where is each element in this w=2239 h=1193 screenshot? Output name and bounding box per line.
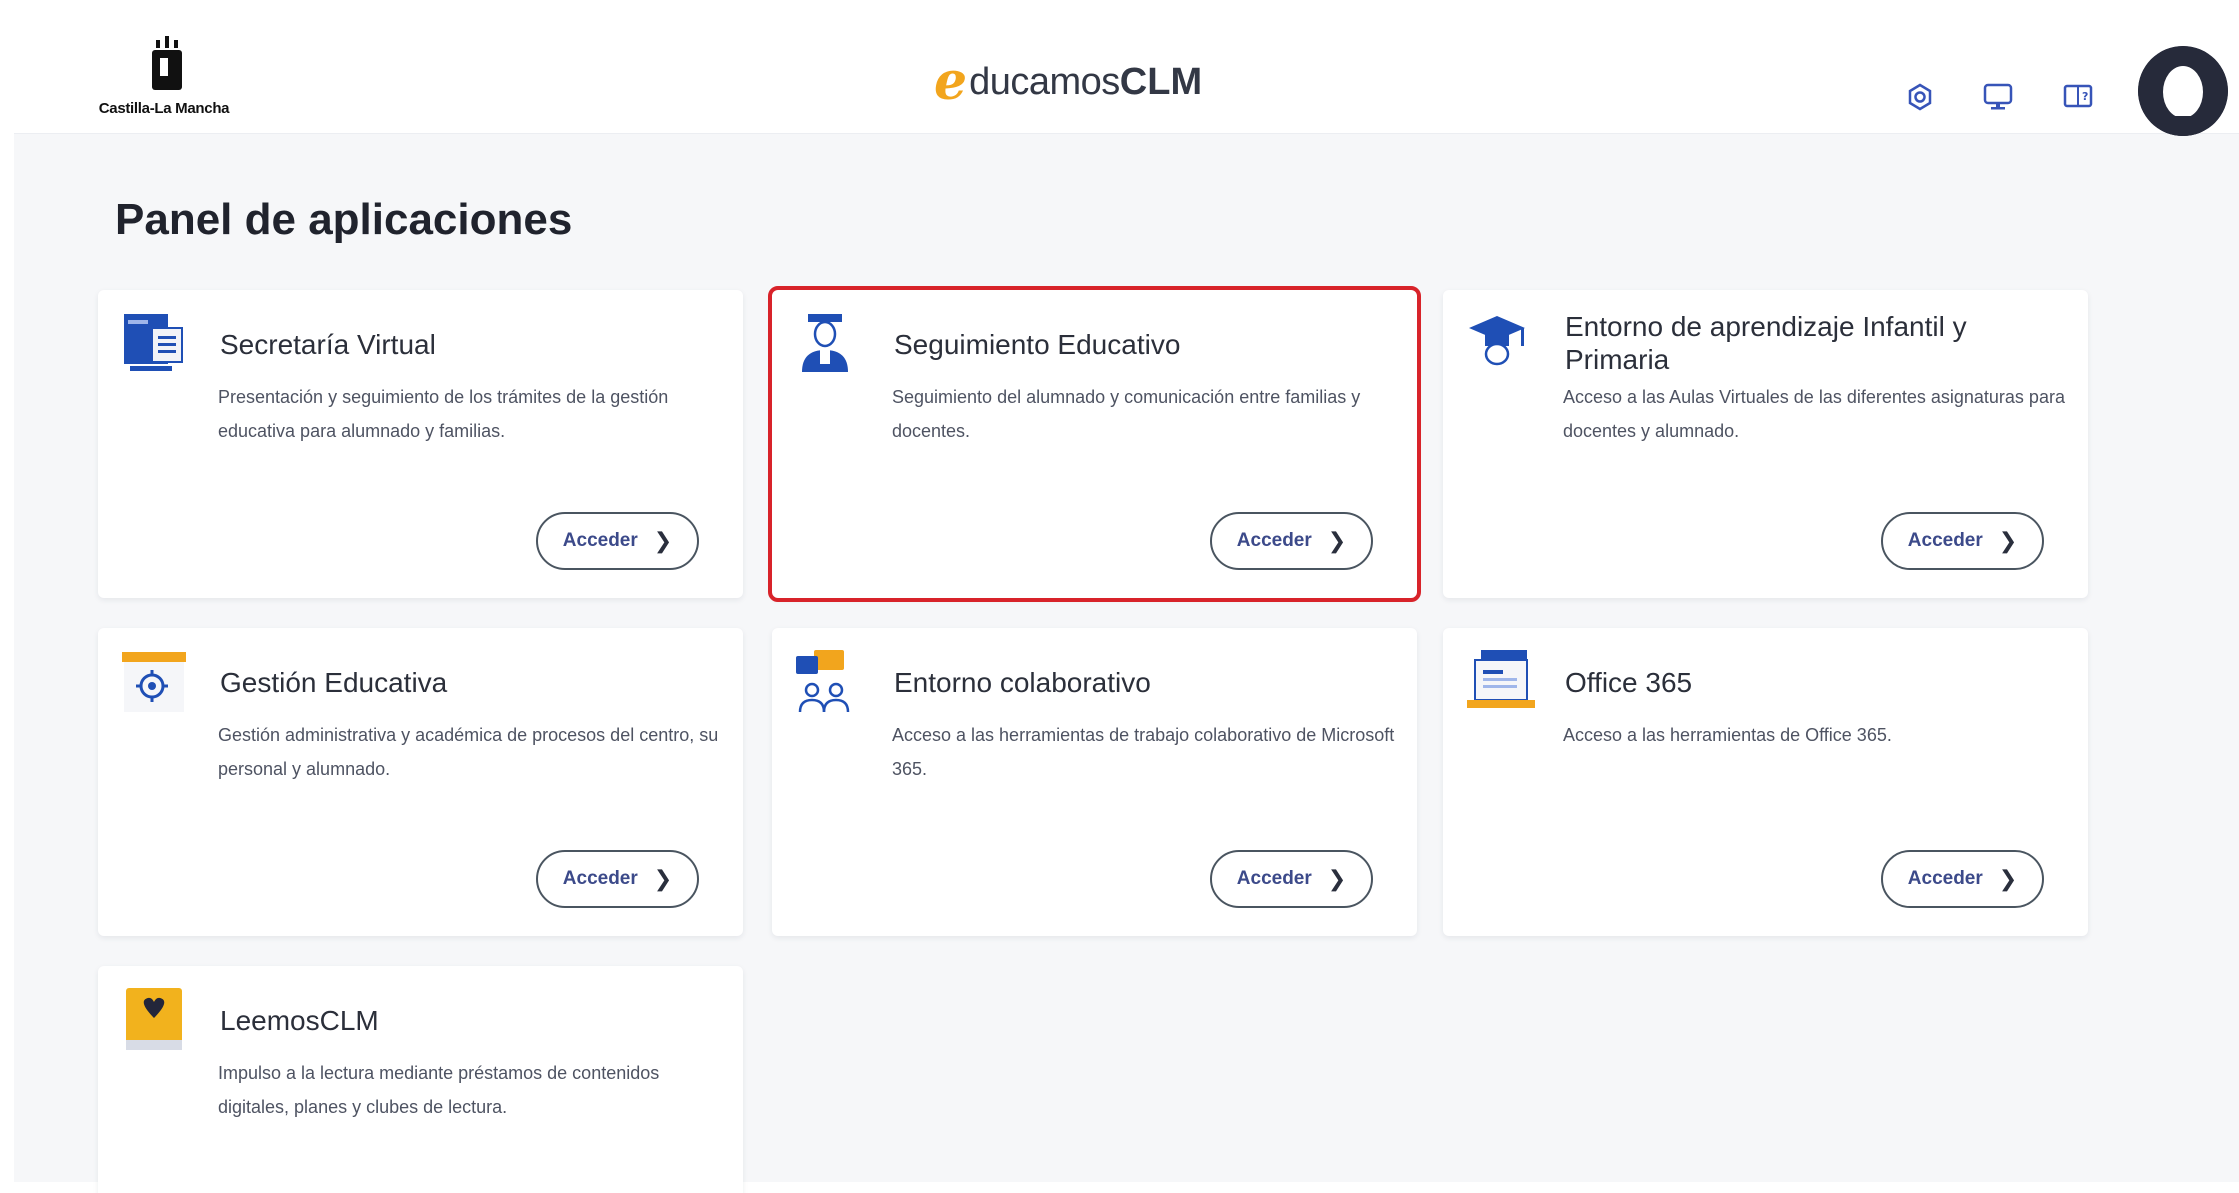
card-description: Acceso a las herramientas de trabajo col… (892, 725, 1395, 779)
brand-e: e (934, 51, 968, 112)
card-description: Gestión administrativa y académica de pr… (218, 725, 719, 779)
acceder-button[interactable]: Acceder ❯ (1881, 850, 2044, 908)
educamosclm-logo[interactable]: e ducamos CLM (934, 52, 1202, 112)
logo-text: Castilla-La Mancha (98, 100, 230, 117)
gear-document-icon (122, 652, 186, 712)
acceder-button[interactable]: Acceder ❯ (536, 850, 699, 908)
help-icon[interactable]: ? (2058, 77, 2098, 117)
book-heart-icon (126, 988, 182, 1050)
card-description: Acceso a las Aulas Virtuales de las dife… (1563, 387, 2065, 441)
card-title: Office 365 (1565, 667, 1693, 698)
acceder-label: Acceder (562, 868, 638, 889)
acceder-label: Acceder (562, 530, 638, 551)
card-leemosclm[interactable]: LeemosCLM Impulso a la lectura mediante … (98, 966, 743, 1193)
card-description: Presentación y seguimiento de los trámit… (218, 387, 669, 441)
acceder-button[interactable]: Acceder ❯ (536, 512, 699, 570)
coat-of-arms-icon (152, 36, 182, 90)
chevron-right-icon: ❯ (653, 528, 673, 553)
secretaria-virtual-icon (124, 314, 183, 371)
acceder-label: Acceder (1907, 530, 1983, 551)
card-secretaria-virtual[interactable]: Secretaría Virtual Presentación y seguim… (98, 290, 743, 598)
office-document-icon (1467, 650, 1535, 708)
card-gestion-educativa[interactable]: Gestión Educativa Gestión administrativa… (98, 628, 743, 936)
brand-clm: CLM (1119, 60, 1203, 103)
acceder-button[interactable]: Acceder ❯ (1881, 512, 2044, 570)
card-entorno-aprendizaje[interactable]: Entorno de aprendizaje Infantil y Primar… (1443, 290, 2088, 598)
card-title: Entorno colaborativo (894, 667, 1151, 698)
student-graduate-icon (802, 314, 848, 372)
graduation-cap-icon (1469, 316, 1525, 366)
card-title: LeemosCLM (220, 1005, 379, 1036)
acceder-label: Acceder (1236, 868, 1312, 889)
chevron-right-icon: ❯ (1998, 528, 2018, 553)
card-title: Gestión Educativa (220, 667, 448, 698)
top-header: Castilla-La Mancha e ducamos CLM ? (14, 22, 2239, 136)
chevron-right-icon: ❯ (1327, 528, 1347, 553)
card-title: Secretaría Virtual (220, 329, 436, 360)
acceder-label: Acceder (1907, 868, 1983, 889)
card-title: Entorno de aprendizaje Infantil y Primar… (1565, 311, 1967, 375)
brand-word: ducamos (969, 60, 1120, 103)
user-avatar[interactable] (2138, 46, 2228, 136)
user-icon (2138, 46, 2228, 136)
card-description: Impulso a la lectura mediante préstamos … (218, 1063, 660, 1117)
card-office-365[interactable]: Office 365 Acceso a las herramientas de … (1443, 628, 2088, 936)
card-entorno-colaborativo[interactable]: Entorno colaborativo Acceso a las herram… (772, 628, 1417, 936)
chevron-right-icon: ❯ (653, 866, 673, 891)
acceder-label: Acceder (1236, 530, 1312, 551)
castilla-la-mancha-logo[interactable]: Castilla-La Mancha (84, 36, 244, 131)
settings-icon[interactable] (1900, 77, 1940, 117)
acceder-button[interactable]: Acceder ❯ (1210, 512, 1373, 570)
monitor-icon[interactable] (1978, 77, 2018, 117)
card-description: Acceso a las herramientas de Office 365. (1563, 725, 1892, 745)
chevron-right-icon: ❯ (1327, 866, 1347, 891)
card-seguimiento-educativo[interactable]: Seguimiento Educativo Seguimiento del al… (768, 286, 1421, 602)
collaboration-icon (796, 650, 850, 713)
chevron-right-icon: ❯ (1998, 866, 2018, 891)
card-title: Seguimiento Educativo (894, 329, 1181, 360)
svg-text:?: ? (2082, 90, 2088, 103)
page-title: Panel de aplicaciones (115, 195, 573, 244)
card-description: Seguimiento del alumnado y comunicación … (892, 387, 1361, 441)
acceder-button[interactable]: Acceder ❯ (1210, 850, 1373, 908)
